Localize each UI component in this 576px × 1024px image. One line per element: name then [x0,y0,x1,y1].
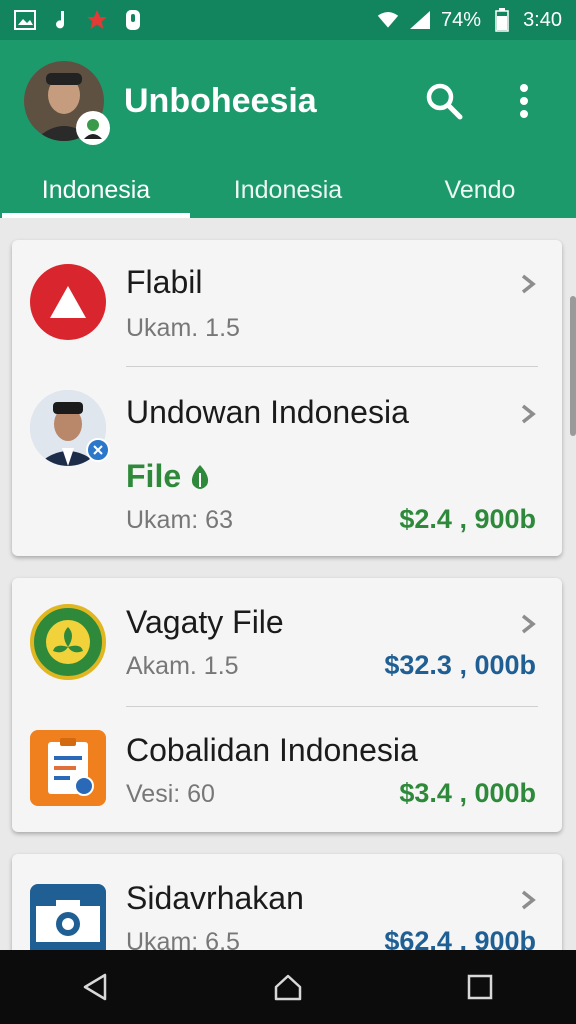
list-item[interactable]: Undowan Indonesia File Ukam: 63 $2.4 , 9… [12,366,562,556]
card: Sidavrhakan Ukam: 6.5 $62.4 , 900b [12,854,562,950]
list-item-subtitle: Ukam. 1.5 [126,314,240,342]
file-label-text: File [126,458,182,494]
home-icon[interactable] [258,957,318,1017]
list-item-subtitle: Akam. 1.5 [126,652,239,680]
card: Vagaty File Akam. 1.5 $32.3 , 000b Cobal… [12,578,562,832]
list-item-subtitle: Vesi: 60 [126,780,215,808]
list-item-title: Cobalidan Indonesia [126,732,418,768]
list-item[interactable]: Cobalidan Indonesia Vesi: 60 $3.4 , 000b [12,706,562,832]
battery-percent: 74% [441,8,482,31]
chevron-right-icon [521,614,536,634]
list-item[interactable]: Flabil Ukam. 1.5 [12,240,562,366]
tab-vendo[interactable]: Vendo [384,162,576,218]
leaf-logo-icon [30,604,106,680]
app-title: Unboheesia [124,81,317,120]
file-label: File [126,458,211,495]
chevron-right-icon [521,404,536,424]
price-label: $32.3 , 000b [384,650,536,680]
warning-triangle-icon [30,264,106,340]
chevron-right-icon [521,890,536,910]
leaf-drop-icon [192,464,209,489]
person-avatar-icon [30,390,110,466]
status-bar: 74% 3:40 [0,0,576,40]
profile-avatar[interactable] [24,61,110,145]
card: Flabil Ukam. 1.5 Undowan Indonesia File … [12,240,562,556]
signal-icon [409,9,431,31]
more-vert-icon[interactable] [502,79,546,123]
usb-icon [122,9,144,31]
tab-indonesia-2[interactable]: Indonesia [192,162,384,218]
search-icon[interactable] [422,79,466,123]
card-list: Flabil Ukam. 1.5 Undowan Indonesia File … [0,218,576,950]
list-item[interactable]: Vagaty File Akam. 1.5 $32.3 , 000b [12,578,562,706]
tab-indonesia-1[interactable]: Indonesia [0,162,192,218]
chevron-right-icon [521,274,536,294]
back-icon[interactable] [66,957,126,1017]
system-nav-bar [0,950,576,1024]
avatar-badge-icon [76,111,110,145]
gallery-icon [14,9,36,31]
list-item-title: Sidavrhakan [126,880,304,916]
list-item-subtitle: Ukam: 6.5 [126,928,240,950]
recents-icon[interactable] [450,957,510,1017]
tab-bar: Indonesia Indonesia Vendo [0,162,576,218]
app-bar: Unboheesia [0,40,576,162]
camera-icon [30,884,106,950]
battery-icon [491,8,513,32]
music-note-icon [50,9,72,31]
list-item-title: Flabil [126,264,203,300]
verified-badge-icon [86,438,110,462]
clock: 3:40 [523,8,562,31]
list-item-title: Vagaty File [126,604,284,640]
list-item-subtitle: Ukam: 63 [126,506,233,534]
price-label: $62.4 , 900b [384,926,536,950]
clipboard-icon [30,730,106,806]
list-item[interactable]: Sidavrhakan Ukam: 6.5 $62.4 , 900b [12,854,562,950]
price-label: $3.4 , 000b [399,778,536,808]
star-icon [86,9,108,31]
list-item-title: Undowan Indonesia [126,394,409,430]
price-label: $2.4 , 900b [399,504,536,534]
wifi-icon [377,9,399,31]
scrollbar[interactable] [570,296,576,436]
